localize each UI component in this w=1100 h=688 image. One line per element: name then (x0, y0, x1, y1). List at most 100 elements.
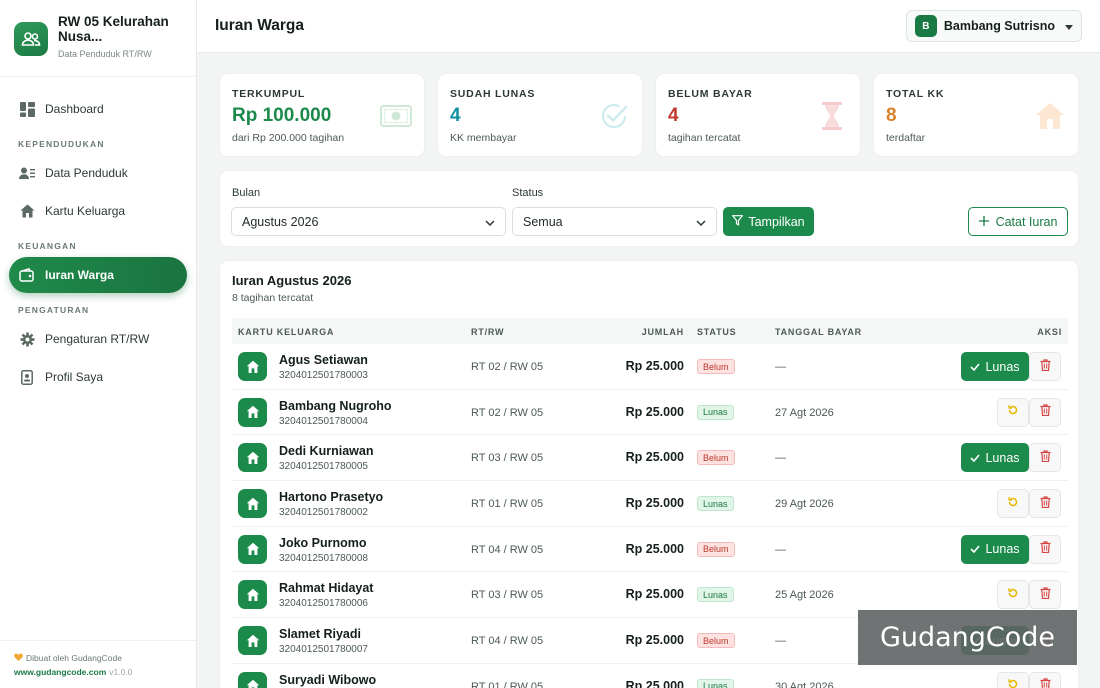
lunas-label: Lunas (985, 542, 1020, 557)
kk-number: 3204012501780007 (279, 644, 368, 656)
amount-value: Rp 25.000 (625, 496, 684, 511)
kk-number: 3204012501780004 (279, 415, 368, 427)
amount-value: Rp 25.000 (625, 404, 684, 419)
nav-section-pengaturan: PENGATURAN (18, 305, 90, 315)
user-menu-button[interactable]: B Bambang Sutrisno (905, 10, 1082, 42)
trash-icon (1040, 677, 1051, 688)
sidebar-item-data-penduduk[interactable]: Data Penduduk (9, 155, 187, 191)
kk-name: Agus Setiawan (279, 353, 368, 367)
caret-down-icon (1065, 17, 1073, 35)
delete-button[interactable] (1029, 352, 1061, 381)
check-circle-icon (598, 100, 630, 132)
status-badge: Lunas (697, 587, 734, 603)
payment-date: 29 Agt 2026 (775, 498, 834, 511)
sidebar-item-pengaturan-rtrw[interactable]: Pengaturan RT/RW (9, 321, 187, 357)
nav-section-keuangan: KEUANGAN (18, 241, 77, 251)
house-icon (1034, 100, 1066, 132)
stat-card-terkumpul: TERKUMPUL Rp 100.000 dari Rp 200.000 tag… (219, 73, 425, 157)
rtrw-value: RT 04 / RW 05 (471, 635, 544, 648)
plus-icon (978, 215, 989, 229)
undo-payment-button[interactable] (997, 397, 1029, 427)
house-icon (238, 626, 267, 656)
payment-date: 25 Agt 2026 (775, 589, 834, 602)
status-badge: Belum (697, 450, 735, 466)
payment-date: — (775, 635, 786, 648)
house-icon (238, 443, 267, 473)
delete-button[interactable] (1029, 489, 1061, 519)
tampilkan-label: Tampilkan (748, 214, 805, 229)
rtrw-value: RT 02 / RW 05 (471, 361, 544, 373)
kk-name: Dedi Kurniawan (279, 444, 374, 459)
kk-number: 3204012501780005 (279, 461, 368, 473)
status-select[interactable]: Semua (512, 207, 717, 236)
stat-label: TERKUMPUL (232, 88, 306, 100)
status-badge: Belum (697, 541, 735, 557)
mark-lunas-button[interactable]: Lunas (961, 443, 1029, 473)
payment-date: 27 Agt 2026 (775, 406, 834, 419)
sidebar-item-kartu-keluarga[interactable]: Kartu Keluarga (9, 193, 187, 229)
rtrw-value: RT 03 / RW 05 (471, 452, 544, 465)
bulan-select[interactable]: Agustus 2026 (231, 207, 506, 236)
status-badge: Lunas (697, 404, 734, 420)
mark-lunas-button[interactable]: Lunas (961, 534, 1029, 564)
sidebar-item-label: Data Penduduk (45, 166, 128, 180)
undo-payment-button[interactable] (997, 671, 1029, 688)
table-row: Suryadi Wibowo3204012501780001RT 01 / RW… (232, 664, 1068, 688)
stat-label: TOTAL KK (886, 88, 945, 100)
check-icon (970, 451, 981, 465)
catat-iuran-button[interactable]: Catat Iuran (968, 207, 1068, 236)
undo-icon (1007, 586, 1019, 604)
amount-value: Rp 25.000 (625, 587, 684, 602)
house-icon (238, 534, 267, 564)
chevron-down-icon (485, 215, 495, 229)
sidebar-item-label: Dashboard (45, 102, 104, 116)
trash-icon (1040, 358, 1051, 376)
nav-section-kependudukan: KEPENDUDUKAN (18, 139, 105, 149)
chevron-down-icon (696, 215, 706, 229)
status-badge: Belum (697, 633, 735, 649)
delete-button[interactable] (1029, 397, 1061, 427)
status-badge: Lunas (697, 678, 734, 688)
table-row: Joko Purnomo 3204012501780008 RT 04 / RW 0… (232, 527, 1068, 573)
check-icon (970, 542, 981, 556)
amount-value: Rp 25.000 (625, 633, 684, 648)
undo-payment-button[interactable] (997, 580, 1029, 610)
amount-value: Rp 25.000 (625, 678, 684, 688)
delete-button[interactable] (1029, 671, 1061, 688)
heart-icon (14, 653, 23, 663)
payment-date: — (775, 361, 786, 373)
delete-button[interactable] (1029, 534, 1061, 564)
sidebar-item-profil-saya[interactable]: Profil Saya (9, 359, 187, 395)
mark-lunas-button[interactable]: Lunas (961, 352, 1029, 381)
rtrw-value: RT 01 / RW 05 (471, 498, 544, 511)
amount-value: Rp 25.000 (625, 359, 684, 373)
sidebar-item-iuran-warga[interactable]: Iuran Warga (9, 257, 187, 293)
rtrw-value: RT 04 / RW 05 (471, 543, 544, 556)
col-header-tanggal: TANGGAL BAYAR (775, 327, 862, 337)
undo-payment-button[interactable] (997, 489, 1029, 519)
col-header-status: STATUS (697, 327, 737, 337)
table-header: KARTU KELUARGA RT/RW JUMLAH STATUS TANGG… (232, 318, 1068, 344)
house-icon (18, 202, 36, 220)
undo-icon (1007, 495, 1019, 513)
footer-url-link[interactable]: www.gudangcode.com (14, 667, 106, 677)
house-icon (238, 352, 267, 381)
col-header-kk: KARTU KELUARGA (238, 327, 335, 337)
stat-card-total-kk: TOTAL KK 8 terdaftar (873, 73, 1079, 157)
delete-button[interactable] (1029, 580, 1061, 610)
amount-value: Rp 25.000 (625, 541, 684, 556)
status-badge: Lunas (697, 496, 734, 512)
money-icon (380, 100, 412, 132)
undo-icon (1007, 403, 1019, 421)
tampilkan-button[interactable]: Tampilkan (723, 207, 814, 236)
col-header-rtrw: RT/RW (471, 327, 505, 337)
house-icon (238, 671, 267, 688)
delete-button[interactable] (1029, 443, 1061, 473)
table-row: Agus Setiawan 3204012501780003 RT 02 / RW … (232, 344, 1068, 390)
brand-name: RW 05 Kelurahan Nusa... (58, 14, 169, 44)
sidebar-item-dashboard[interactable]: Dashboard (9, 91, 187, 127)
users-icon (14, 22, 48, 56)
id-card-icon (18, 368, 36, 386)
kk-name: Suryadi Wibowo (279, 672, 377, 687)
check-icon (970, 360, 981, 374)
